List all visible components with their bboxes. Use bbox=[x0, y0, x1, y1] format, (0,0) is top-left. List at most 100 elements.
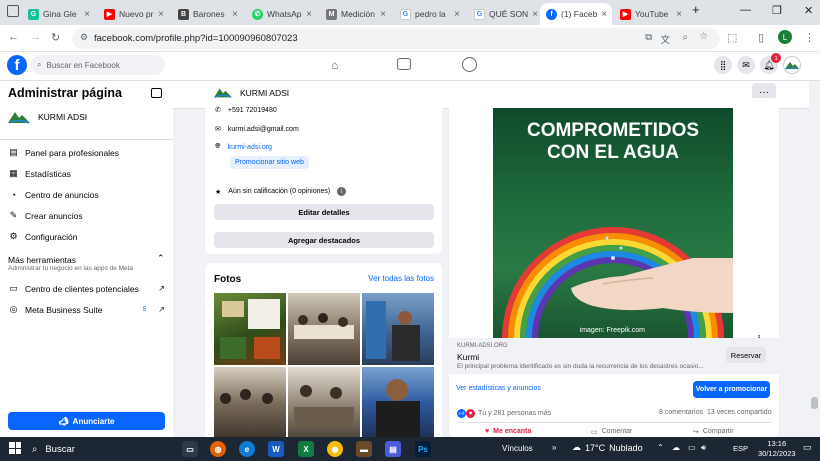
photo-thumbnail[interactable] bbox=[362, 293, 434, 365]
comment-button[interactable]: ▭ Comentar bbox=[591, 428, 632, 436]
browser-tab[interactable]: G QUÉ SON × bbox=[468, 3, 540, 25]
file-explorer-icon[interactable]: ▬ bbox=[356, 441, 372, 457]
back-icon[interactable]: ← bbox=[8, 31, 19, 43]
page-avatar[interactable] bbox=[783, 56, 801, 74]
forward-icon[interactable]: → bbox=[30, 31, 41, 43]
maximize-icon[interactable]: ❐ bbox=[772, 4, 782, 17]
edge-icon[interactable]: e bbox=[239, 441, 255, 457]
install-icon[interactable]: ⧉ bbox=[645, 32, 652, 43]
sidebar-item-stats[interactable]: ▦ Estadísticas bbox=[8, 168, 71, 179]
volume-icon[interactable]: 🔊︎ bbox=[701, 443, 706, 453]
promote-button[interactable]: 📣︎ Anunciarte bbox=[8, 412, 165, 430]
post-image[interactable]: COMPROMETIDOS CON EL AGUA imagen: Freepi… bbox=[493, 108, 733, 338]
show-hidden-icons-icon[interactable]: ⌃ bbox=[657, 443, 664, 452]
language-indicator[interactable]: ESP bbox=[733, 444, 748, 453]
browser-tab[interactable]: G Gina Gle × bbox=[22, 3, 96, 25]
photoshop-icon[interactable]: Ps bbox=[415, 441, 431, 457]
window-close-icon[interactable]: ✕ bbox=[804, 4, 813, 17]
share-button[interactable]: ↪ Compartir bbox=[693, 428, 734, 436]
notification-center-icon[interactable]: ▭ bbox=[803, 442, 812, 453]
menu-grid-icon[interactable]: ⣿ bbox=[714, 56, 732, 74]
browser-tab[interactable]: ✆ WhatsAp × bbox=[246, 3, 318, 25]
photo-thumbnail[interactable] bbox=[362, 367, 434, 437]
translate-icon[interactable]: 文 bbox=[660, 32, 670, 46]
page-scrollbar[interactable] bbox=[809, 81, 820, 437]
promote-again-button[interactable]: Volver a promocionar bbox=[693, 381, 770, 398]
reactions-summary[interactable]: 👍︎ ♥ Tú y 281 personas más bbox=[457, 409, 551, 418]
website-link[interactable]: kurmi-adsi.org bbox=[228, 144, 272, 151]
close-icon[interactable]: × bbox=[676, 9, 682, 20]
comments-count[interactable]: 8 comentarios bbox=[659, 409, 703, 416]
close-icon[interactable]: × bbox=[84, 9, 90, 20]
sidebar-item-settings[interactable]: ⚙ Configuración bbox=[8, 231, 77, 242]
browser-tab[interactable]: ▶ Nuevo pr × bbox=[98, 3, 170, 25]
sidebar-item-create-ads[interactable]: ✎ Crear anuncios bbox=[8, 210, 83, 221]
close-icon[interactable]: × bbox=[454, 9, 460, 20]
chrome-icon[interactable]: ◉ bbox=[327, 441, 343, 457]
close-icon[interactable]: × bbox=[306, 9, 312, 20]
home-icon[interactable]: ⌂ bbox=[331, 58, 338, 72]
site-info-icon[interactable]: ⚙ bbox=[80, 32, 88, 43]
sidebar-tool-leads-center[interactable]: ▭ Centro de clientes potenciales ↗ bbox=[8, 283, 165, 294]
close-icon[interactable]: × bbox=[532, 9, 538, 20]
extensions-icon[interactable]: ⬚ bbox=[727, 31, 737, 44]
bookmark-star-icon[interactable]: ☆ bbox=[699, 31, 708, 42]
collapse-sidebar-icon[interactable] bbox=[151, 88, 162, 98]
chevron-up-icon[interactable]: ⌃ bbox=[157, 253, 165, 264]
love-button[interactable]: ♥ Me encanta bbox=[485, 428, 531, 435]
photo-thumbnail[interactable] bbox=[288, 367, 360, 437]
facebook-logo[interactable]: f bbox=[7, 55, 27, 75]
close-icon[interactable]: × bbox=[380, 9, 386, 20]
photo-thumbnail[interactable] bbox=[214, 293, 286, 365]
network-icon[interactable]: ▭ bbox=[688, 443, 696, 452]
word-icon[interactable]: W bbox=[268, 441, 284, 457]
reserve-button[interactable]: Reservar bbox=[726, 347, 766, 363]
zoom-icon[interactable]: ⌕ bbox=[683, 32, 688, 43]
scrollbar-thumb[interactable] bbox=[811, 397, 818, 409]
browser-tab[interactable]: M Medición × bbox=[320, 3, 392, 25]
excel-icon[interactable]: X bbox=[298, 441, 314, 457]
side-panel-icon[interactable]: ▯ bbox=[758, 31, 764, 44]
view-stats-link[interactable]: Ver estadísticas y anuncios bbox=[456, 385, 541, 392]
menu-kebab-icon[interactable]: ⋮ bbox=[804, 31, 815, 44]
link-preview[interactable]: KURMI-ADSI.ORG Kurmi El principal proble… bbox=[449, 338, 779, 374]
windows-start-icon[interactable] bbox=[9, 442, 21, 454]
promote-website-button[interactable]: Promocionar sitio web bbox=[230, 156, 309, 169]
close-icon[interactable]: × bbox=[158, 9, 164, 20]
browser-tab[interactable]: ▶ YouTube × bbox=[614, 3, 688, 25]
tab-search-icon[interactable] bbox=[7, 5, 19, 17]
address-bar[interactable]: ⚙ facebook.com/profile.php?id=1000909608… bbox=[72, 28, 720, 49]
facebook-search-input[interactable]: ⌕ Buscar en Facebook bbox=[31, 55, 165, 75]
links-toolbar[interactable]: Vínculos bbox=[502, 444, 533, 453]
onedrive-icon[interactable]: ☁ bbox=[672, 443, 680, 452]
taskbar-search[interactable]: ⌕ Buscar bbox=[32, 440, 202, 458]
system-clock[interactable]: 13:16 30/12/2023 bbox=[758, 439, 796, 459]
sidebar-tool-business-suite[interactable]: ◎ Meta Business Suite 5 ↗ bbox=[8, 304, 165, 315]
new-tab-icon[interactable]: + bbox=[692, 2, 700, 17]
photo-thumbnail[interactable] bbox=[214, 367, 286, 437]
chevron-right-icon[interactable]: » bbox=[552, 443, 556, 452]
weather-widget[interactable]: ☁ 17°C Nublado bbox=[572, 442, 643, 453]
sidebar-item-ads-center[interactable]: ◔ Centro de anuncios bbox=[8, 189, 99, 200]
close-icon[interactable]: × bbox=[601, 9, 607, 20]
firefox-icon[interactable]: ◍ bbox=[210, 441, 226, 457]
browser-tab-active[interactable]: f (1) Faceb × bbox=[540, 3, 612, 25]
video-icon[interactable] bbox=[397, 58, 411, 70]
add-featured-button[interactable]: Agregar destacados bbox=[214, 232, 434, 248]
groups-icon[interactable] bbox=[462, 57, 477, 72]
task-view-icon[interactable]: ▭ bbox=[182, 441, 198, 457]
close-icon[interactable]: × bbox=[232, 9, 238, 20]
sidebar-item-dashboard[interactable]: ▤ Panel para profesionales bbox=[8, 147, 119, 158]
browser-tab[interactable]: G pedro la × bbox=[394, 3, 466, 25]
sidebar-page-profile[interactable]: KURMI ADSI bbox=[8, 109, 87, 125]
see-all-photos-link[interactable]: Ver todas las fotos bbox=[368, 274, 434, 283]
messenger-icon[interactable]: ✉ bbox=[737, 56, 755, 74]
shares-count[interactable]: 13 veces compartido bbox=[707, 409, 772, 416]
profile-avatar[interactable]: L bbox=[778, 30, 792, 44]
photo-thumbnail[interactable] bbox=[288, 293, 360, 365]
browser-tab[interactable]: B Barones × bbox=[172, 3, 244, 25]
edit-details-button[interactable]: Editar detalles bbox=[214, 204, 434, 220]
reload-icon[interactable]: ↻ bbox=[51, 31, 60, 44]
info-icon[interactable]: i bbox=[337, 187, 347, 196]
minimize-icon[interactable]: — bbox=[740, 4, 751, 16]
